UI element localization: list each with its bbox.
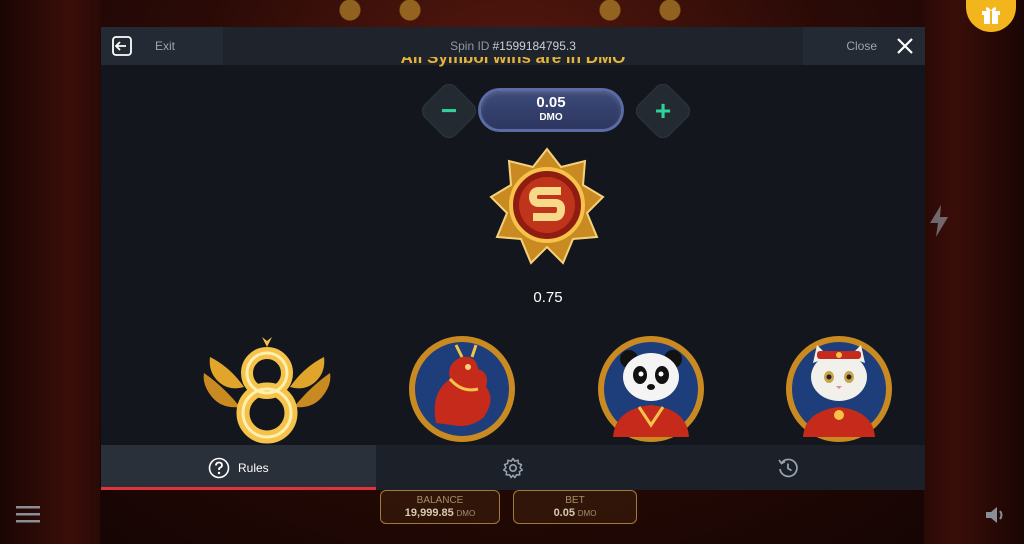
bet-amount: 0.05 — [536, 94, 566, 111]
gift-icon — [982, 7, 1000, 24]
background-pillar-left — [0, 0, 100, 544]
panda-icon — [598, 336, 704, 442]
bet-value: 0.05 — [553, 507, 575, 519]
tab-rules[interactable]: Rules — [101, 445, 376, 490]
bet-amount-display: 0.05 DMO — [481, 91, 621, 129]
balance-unit: DMO — [456, 509, 476, 518]
golden-winged-eight-icon — [203, 337, 331, 444]
bet-stepper: − 0.05 DMO + — [417, 79, 695, 143]
background-bet-panel: BET 0.05 DMO — [513, 490, 637, 524]
history-clock-icon — [777, 458, 798, 477]
scatter-payout-value: 0.75 — [533, 289, 563, 306]
bet-currency: DMO — [539, 112, 563, 123]
tab-settings[interactable] — [376, 445, 651, 490]
close-icon — [897, 38, 913, 54]
balance-label: BALANCE — [416, 495, 464, 506]
background-balance-panel: BALANCE 19,999.85 DMO — [380, 490, 500, 524]
lucky-cat-icon — [786, 336, 892, 442]
increase-bet-button[interactable]: + — [631, 79, 695, 143]
spin-id-label: Spin ID — [450, 39, 490, 53]
rules-heading: All Symbol wins are in DMO — [101, 57, 925, 71]
close-label: Close — [846, 39, 877, 53]
spin-id: Spin ID #1599184795.3 — [101, 39, 925, 53]
decrease-bet-button[interactable]: − — [417, 79, 481, 143]
spin-details-modal: Exit Spin ID #1599184795.3 Close All Symb… — [101, 27, 925, 490]
background-coin-decoration — [330, 0, 690, 26]
gear-icon — [502, 457, 524, 478]
sound-icon[interactable] — [984, 504, 1006, 526]
bet-label: BET — [565, 495, 585, 506]
minus-icon: − — [440, 95, 458, 126]
red-dragon-icon — [409, 336, 515, 442]
modal-tab-bar: Rules — [101, 445, 925, 490]
tab-history[interactable] — [650, 445, 925, 490]
bet-unit: DMO — [577, 509, 597, 518]
background-pillar-right — [924, 0, 1024, 544]
balance-value: 19,999.85 — [404, 507, 454, 519]
rules-heading-text: All Symbol wins are in DMO — [400, 57, 626, 67]
hamburger-menu-icon[interactable] — [16, 504, 40, 524]
game-stage: BALANCE 19,999.85 DMO BET 0.05 DMO Exit … — [0, 0, 1024, 544]
tab-rules-label: Rules — [237, 460, 269, 475]
turbo-bolt-icon[interactable] — [928, 205, 950, 237]
plus-icon: + — [654, 95, 672, 126]
question-circle-icon — [208, 457, 230, 478]
spin-id-value: #1599184795.3 — [492, 39, 576, 53]
scatter-s-medallion-icon — [489, 147, 605, 265]
